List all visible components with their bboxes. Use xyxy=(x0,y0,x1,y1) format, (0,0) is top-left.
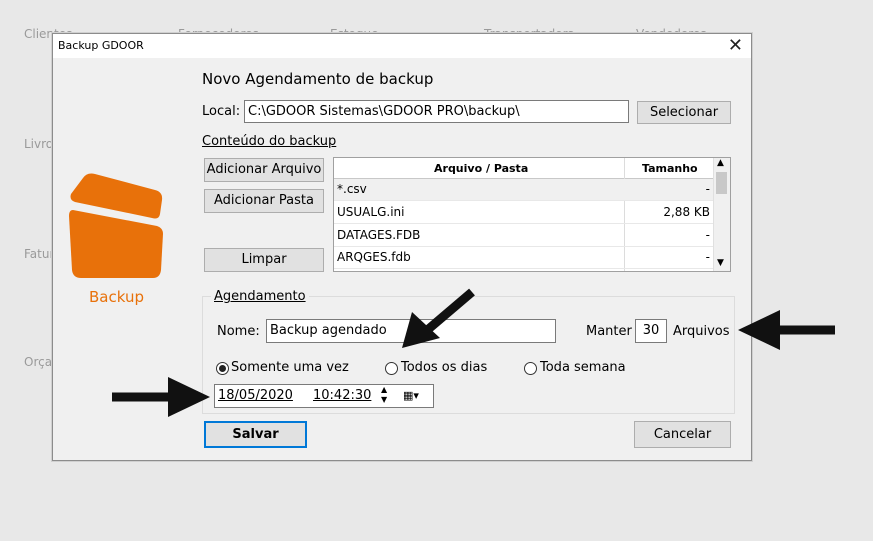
annotation-arrows-icon xyxy=(112,288,835,417)
